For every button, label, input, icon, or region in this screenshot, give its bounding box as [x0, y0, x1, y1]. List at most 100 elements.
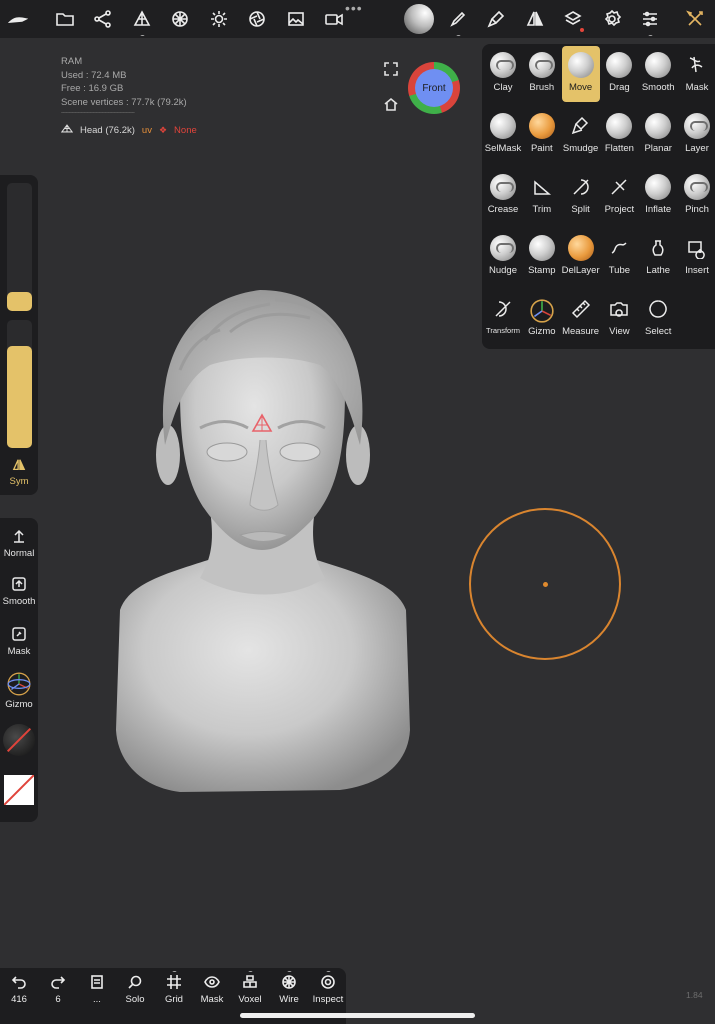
inspect-button[interactable]: ... Inspect — [309, 965, 347, 1005]
gizmo-button[interactable]: Gizmo — [0, 671, 38, 712]
topology-more-indicator: ... — [140, 29, 145, 38]
tool-label: Insert — [685, 265, 709, 276]
sculpted-head-model[interactable] — [110, 260, 415, 800]
tool-project[interactable]: Project — [600, 168, 638, 224]
tool-label: Planar — [644, 143, 672, 154]
grid-button[interactable]: ... Grid — [155, 965, 193, 1005]
view-cube[interactable]: Front — [408, 62, 460, 114]
aperture-icon[interactable] — [244, 6, 270, 32]
select-icon — [645, 296, 671, 322]
tool-view[interactable]: View — [600, 290, 638, 346]
image-icon[interactable] — [283, 6, 309, 32]
dellayer-icon — [567, 235, 594, 261]
mask-label: Mask — [7, 646, 31, 657]
smooth-button[interactable]: Smooth — [0, 576, 38, 607]
mask-view-button[interactable]: Mask — [193, 974, 231, 1005]
tool-paint[interactable]: Paint — [523, 107, 561, 163]
tool-brush[interactable]: Brush — [523, 46, 561, 102]
smooth-label: Smooth — [2, 596, 36, 607]
tool-select[interactable]: Select — [639, 290, 677, 346]
smooth-icon — [645, 52, 672, 78]
intensity-slider[interactable] — [7, 320, 32, 448]
tool-label: Stamp — [528, 265, 556, 276]
material-swatch[interactable] — [3, 724, 35, 756]
brush-icon[interactable]: ... — [445, 6, 471, 38]
sliders-icon[interactable]: ... — [637, 6, 663, 38]
topology-icon[interactable]: ... — [129, 6, 155, 38]
wire-button[interactable]: ... Wire — [270, 965, 308, 1005]
tool-pinch[interactable]: Pinch — [678, 168, 715, 224]
mask-icon — [684, 52, 710, 78]
tool-tube[interactable]: Tube — [600, 229, 638, 285]
tool-mask[interactable]: Mask — [678, 46, 715, 102]
tool-crease[interactable]: Crease — [484, 168, 522, 224]
tool-trim[interactable]: Trim — [523, 168, 561, 224]
tool-clay[interactable]: Clay — [484, 46, 522, 102]
tool-smudge[interactable]: Smudge — [562, 107, 600, 163]
tool-planar[interactable]: Planar — [639, 107, 677, 163]
scene-graph-icon[interactable] — [90, 6, 116, 32]
tool-drag[interactable]: Drag — [600, 46, 638, 102]
tool-inflate[interactable]: Inflate — [639, 168, 677, 224]
tool-gizmo[interactable]: Gizmo — [523, 290, 561, 346]
tool-lathe[interactable]: Lathe — [639, 229, 677, 285]
folder-icon[interactable] — [52, 6, 78, 32]
redo-button[interactable]: 6 — [39, 974, 77, 1005]
layers-icon[interactable] — [560, 6, 586, 32]
material-icon: ❖ — [158, 124, 168, 135]
normal-button[interactable]: Normal — [0, 528, 38, 559]
voxel-button[interactable]: ... Voxel — [231, 965, 269, 1005]
sphere-icon[interactable] — [167, 6, 193, 32]
tool-dellayer[interactable]: DelLayer — [562, 229, 600, 285]
inflate-icon — [645, 174, 672, 200]
more-dots[interactable]: ••• — [345, 0, 363, 16]
home-indicator[interactable] — [240, 1013, 475, 1018]
sym-toggle[interactable]: Sym — [0, 458, 38, 487]
tool-label: Gizmo — [528, 326, 556, 337]
tool-insert[interactable]: Insert — [678, 229, 715, 285]
tool-split[interactable]: Split — [562, 168, 600, 224]
tool-flatten[interactable]: Flatten — [600, 107, 638, 163]
paint-icon — [528, 113, 555, 139]
tool-icon-stroke — [496, 182, 514, 192]
home-view-icon[interactable] — [383, 96, 401, 114]
matcap-icon[interactable] — [404, 4, 434, 34]
tool-layer[interactable]: Layer — [678, 107, 715, 163]
tools-icon[interactable] — [682, 6, 708, 32]
wire-more-indicator: ... — [287, 965, 292, 974]
mask-button[interactable]: Mask — [0, 626, 38, 657]
tool-transform[interactable]: Transform — [484, 290, 522, 346]
tool-selmask[interactable]: SelMask — [484, 107, 522, 163]
view-cube-front-face[interactable]: Front — [415, 69, 453, 107]
redo-count: 6 — [55, 994, 61, 1005]
tool-icon-stroke — [690, 121, 708, 131]
tool-move[interactable]: Move — [561, 46, 600, 102]
fullscreen-icon[interactable] — [383, 61, 401, 79]
symmetry-icon[interactable] — [522, 6, 548, 32]
brush-cursor-center — [543, 582, 548, 587]
tool-label: Measure — [562, 326, 600, 337]
mesh-info-row[interactable]: Head (76.2k) uv ❖ None — [60, 124, 197, 136]
material-status: None — [174, 124, 197, 136]
undo-button[interactable]: 416 — [0, 974, 38, 1005]
color-swatch[interactable] — [4, 775, 34, 805]
more-menu-button[interactable]: ... — [78, 974, 116, 1005]
settings-icon[interactable] — [599, 6, 625, 32]
camera-icon[interactable] — [321, 6, 347, 32]
tool-stamp[interactable]: Stamp — [523, 229, 561, 285]
nomad-logo-icon[interactable] — [5, 6, 31, 32]
mesh-uv-status: uv — [141, 124, 152, 136]
light-icon[interactable] — [206, 6, 232, 32]
solo-button[interactable]: Solo — [116, 974, 154, 1005]
radius-slider[interactable] — [7, 183, 32, 311]
layer-icon — [684, 113, 710, 139]
pinch-icon — [684, 174, 710, 200]
tool-label: Inflate — [645, 204, 672, 215]
tool-smooth[interactable]: Smooth — [639, 46, 677, 102]
tool-label: Trim — [532, 204, 552, 215]
paint-brush-icon[interactable] — [483, 6, 509, 32]
tool-measure[interactable]: Measure — [562, 290, 600, 346]
tool-label: Project — [604, 204, 635, 215]
tool-nudge[interactable]: Nudge — [484, 229, 522, 285]
tool-label: Drag — [609, 82, 630, 93]
